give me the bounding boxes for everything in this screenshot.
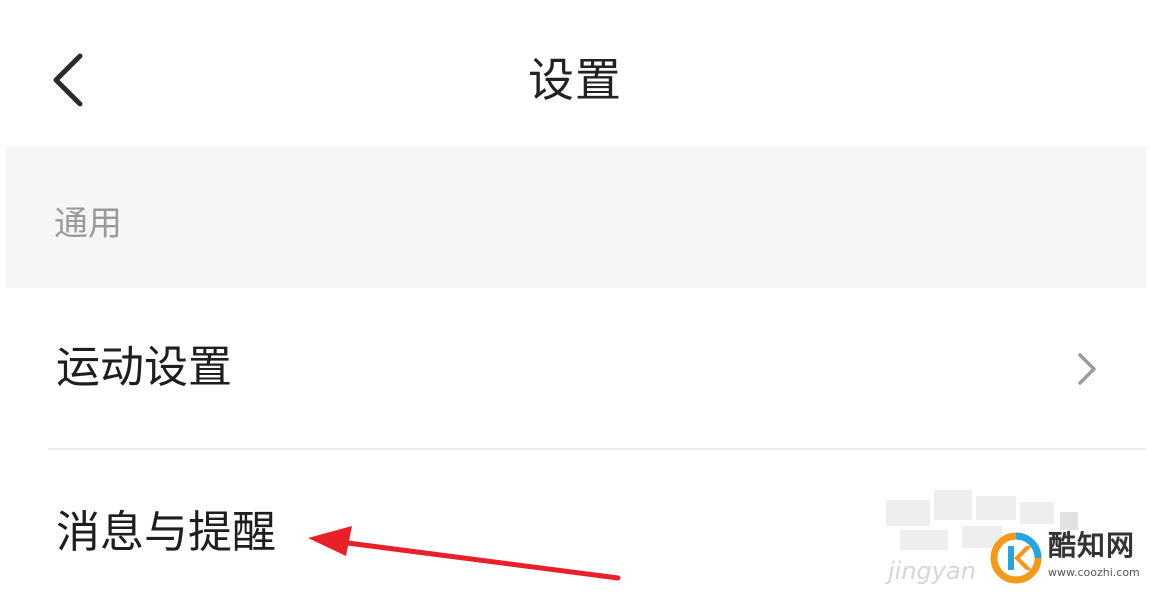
page-title: 设置 [528, 53, 622, 107]
watermark-name: 酷知网 [1048, 529, 1136, 562]
annotation-arrow-icon [308, 526, 621, 581]
coozhi-logo-icon [990, 532, 1042, 584]
settings-screen: 设置 通用 运动设置 消息与提醒 jingyan 酷知网 www.coozhi.… [0, 0, 1150, 596]
watermark-partial-text: jingyan [888, 557, 976, 585]
settings-item-label: 运动设置 [56, 342, 232, 393]
settings-item-sport[interactable]: 运动设置 [0, 290, 1150, 448]
watermark-url: www.coozhi.com [1048, 566, 1140, 579]
chevron-right-icon [1078, 353, 1096, 385]
watermark-logo: 酷知网 www.coozhi.com [990, 528, 1150, 588]
section-header-general: 通用 [6, 146, 1146, 288]
settings-item-label: 消息与提醒 [56, 507, 276, 558]
section-label: 通用 [54, 204, 122, 244]
top-nav-bar: 设置 [0, 0, 1150, 150]
